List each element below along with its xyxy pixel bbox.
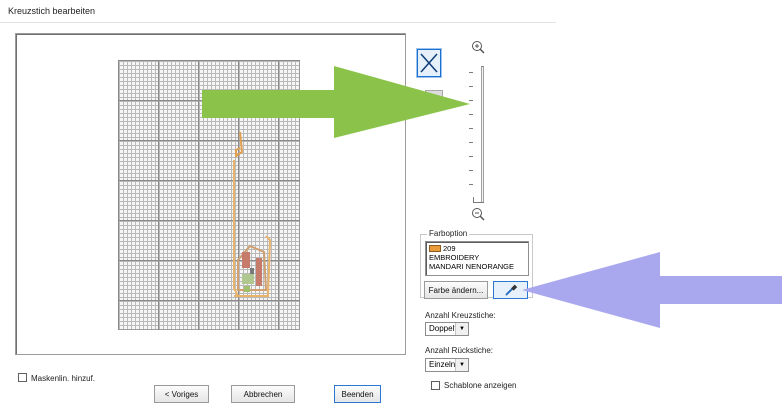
previous-button[interactable]: < Voriges (154, 385, 209, 403)
change-color-button[interactable]: Farbe ändern... (424, 281, 488, 299)
slider-tick (469, 184, 473, 185)
color-line2: MANDARI NENORANGE (429, 262, 515, 271)
back-stitch-count-label: Anzahl Rückstiche: (425, 346, 494, 355)
slider-tick (469, 170, 473, 171)
color-swatch (429, 245, 441, 252)
slider-tick (469, 142, 473, 143)
back-stitch-count-value: Einzeln (429, 360, 456, 369)
color-option-label: Farboption (427, 229, 470, 238)
color-list[interactable]: 209 EMBROIDERY MANDARI NENORANGE (425, 241, 529, 276)
slider-tick (469, 156, 473, 157)
back-stitch-count-select[interactable]: Einzeln ▼ (425, 358, 469, 372)
zoom-slider-thumb[interactable] (473, 197, 484, 203)
color-list-item[interactable]: 209 (429, 244, 525, 253)
zoom-in-icon[interactable] (471, 40, 485, 54)
window-title: Kreuzstich bearbeiten (8, 6, 96, 16)
purple-arrow-annotation (522, 252, 782, 328)
mask-checkbox-label: Maskenlin. hinzuf. (31, 374, 96, 383)
finish-button[interactable]: Beenden (334, 385, 381, 403)
zoom-out-icon[interactable] (471, 207, 485, 221)
chevron-down-icon[interactable]: ▼ (455, 359, 468, 371)
template-checkbox[interactable] (431, 381, 440, 390)
cross-stitch-count-label: Anzahl Kreuzstiche: (425, 311, 496, 320)
eyedropper-icon (505, 284, 517, 296)
color-number: 209 (443, 244, 456, 253)
chevron-down-icon[interactable]: ▼ (455, 323, 468, 335)
cross-stitch-count-value: Doppelt (429, 324, 457, 333)
zoom-slider-track[interactable] (481, 66, 484, 203)
cross-stitch-count-select[interactable]: Doppelt ▼ (425, 322, 469, 336)
cancel-button[interactable]: Abbrechen (231, 385, 295, 403)
template-checkbox-label: Schablone anzeigen (444, 381, 517, 390)
mask-checkbox[interactable] (18, 373, 27, 382)
green-arrow-annotation (202, 66, 470, 138)
color-line1: EMBROIDERY (429, 253, 480, 262)
